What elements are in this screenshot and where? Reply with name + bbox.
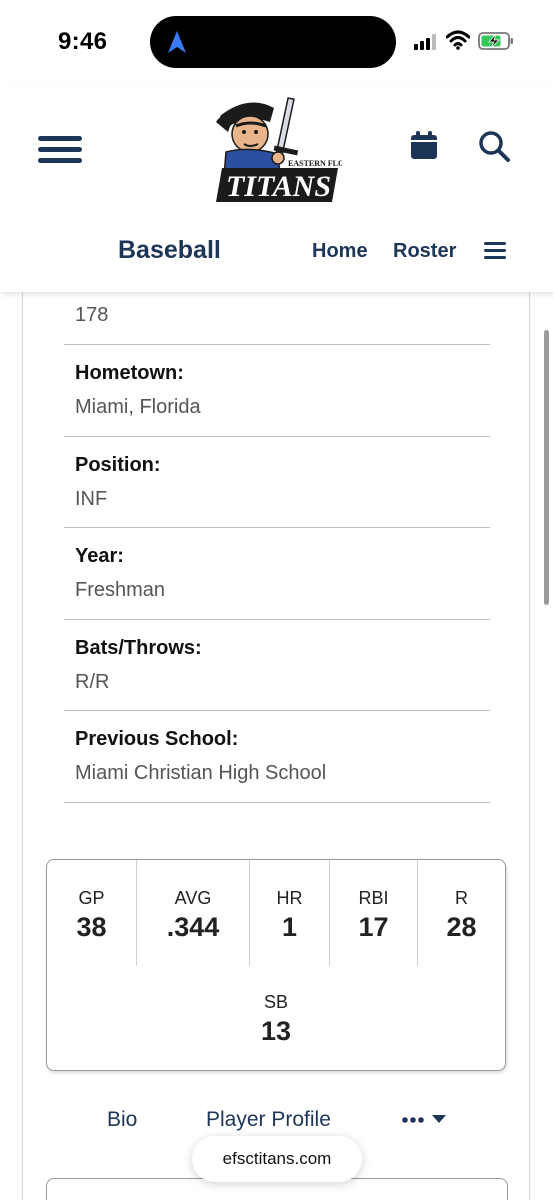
detail-label: Hometown: bbox=[75, 362, 184, 384]
stat-label: SB bbox=[263, 992, 288, 1012]
dynamic-island bbox=[150, 16, 396, 68]
calendar-icon[interactable] bbox=[410, 130, 438, 160]
wifi-icon bbox=[446, 30, 470, 50]
status-bar: 9:46 bbox=[0, 0, 554, 86]
subnav-menu-button[interactable] bbox=[484, 242, 506, 260]
stat-label: GP bbox=[78, 888, 105, 908]
stat-rbi: RBI 17 bbox=[330, 860, 417, 966]
site-header: EASTERN FLORIDA TITANS Baseball Home Ros… bbox=[0, 86, 554, 292]
stat-r: R 28 bbox=[418, 860, 505, 966]
tab-bio[interactable]: Bio bbox=[107, 1108, 137, 1132]
battery-charging-icon bbox=[478, 32, 513, 50]
detail-value: R/R bbox=[75, 671, 110, 693]
stat-avg: AVG .344 bbox=[137, 860, 249, 966]
detail-row-position: Position: INF bbox=[64, 437, 490, 528]
svg-text:TITANS: TITANS bbox=[226, 170, 331, 203]
detail-label: Position: bbox=[75, 454, 161, 476]
detail-value: Miami, Florida bbox=[75, 396, 201, 418]
stat-label: AVG bbox=[174, 888, 212, 908]
detail-row-bats-throws: Bats/Throws: R/R bbox=[64, 620, 490, 711]
detail-value: 178 bbox=[75, 304, 109, 326]
subnav-roster-link[interactable]: Roster bbox=[393, 240, 456, 263]
stat-sb: SB 13 bbox=[47, 964, 505, 1070]
location-arrow-icon bbox=[168, 31, 186, 53]
detail-label: Year: bbox=[75, 545, 124, 567]
detail-row-hometown: Hometown: Miami, Florida bbox=[64, 345, 490, 437]
stat-value: .344 bbox=[166, 912, 220, 942]
detail-label: Bats/Throws: bbox=[75, 637, 202, 659]
stat-value: 38 bbox=[76, 912, 107, 942]
stat-label: RBI bbox=[358, 888, 389, 908]
scrollbar[interactable] bbox=[544, 330, 549, 605]
stat-label: HR bbox=[276, 888, 303, 908]
stat-hr: HR 1 bbox=[250, 860, 329, 966]
tab-player-profile[interactable]: Player Profile bbox=[206, 1108, 331, 1132]
stat-value: 13 bbox=[260, 1016, 292, 1046]
detail-value: INF bbox=[75, 488, 108, 510]
main-menu-button[interactable] bbox=[38, 136, 82, 164]
detail-row-year: Year: Freshman bbox=[64, 528, 490, 620]
address-bar[interactable]: efsctitans.com bbox=[192, 1136, 362, 1182]
detail-value: Freshman bbox=[75, 579, 166, 601]
stat-gp: GP 38 bbox=[47, 860, 136, 966]
stat-value: 17 bbox=[358, 912, 389, 942]
sport-title[interactable]: Baseball bbox=[118, 236, 221, 265]
stats-summary: GP 38 AVG .344 HR 1 RBI 17 R 28 SB 13 bbox=[46, 859, 506, 1071]
detail-label: Previous School: bbox=[75, 728, 239, 750]
titans-logo[interactable]: EASTERN FLORIDA TITANS bbox=[208, 92, 342, 214]
detail-row-weight: 178 bbox=[64, 292, 490, 345]
stat-value: 28 bbox=[446, 912, 477, 942]
detail-row-previous-school: Previous School: Miami Christian High Sc… bbox=[64, 711, 490, 803]
stat-value: 1 bbox=[281, 912, 298, 942]
subnav-home-link[interactable]: Home bbox=[312, 240, 368, 263]
status-time: 9:46 bbox=[58, 28, 108, 55]
detail-value: Miami Christian High School bbox=[75, 762, 327, 784]
svg-text:EASTERN FLORIDA: EASTERN FLORIDA bbox=[288, 159, 342, 168]
more-dots-icon[interactable] bbox=[402, 1106, 448, 1130]
stat-label: R bbox=[455, 888, 468, 908]
search-icon[interactable] bbox=[478, 130, 510, 162]
signal-icon bbox=[414, 34, 438, 50]
